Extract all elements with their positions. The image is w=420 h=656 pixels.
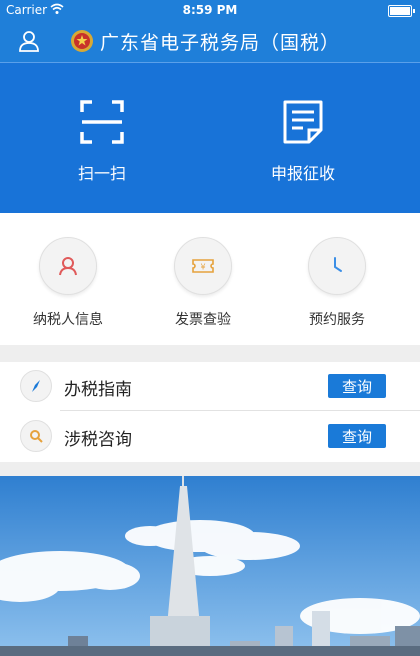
scan-label: 扫一扫 bbox=[77, 164, 126, 183]
declare-collect-button[interactable]: 申报征收 bbox=[238, 98, 368, 184]
invoice-check-circle: ¥ bbox=[174, 237, 232, 295]
taxpayer-info-label: 纳税人信息 bbox=[33, 312, 103, 328]
status-bar: Carrier 8:59 PM bbox=[0, 0, 420, 20]
title-group: 广东省电子税务局（国税） bbox=[70, 26, 340, 56]
list-item: 办税指南 查询 bbox=[0, 362, 420, 411]
guide-icon-circle bbox=[20, 370, 52, 402]
invoice-check-button[interactable]: ¥ 发票查验 bbox=[148, 237, 258, 329]
document-icon bbox=[283, 100, 323, 144]
svg-text:¥: ¥ bbox=[200, 263, 205, 272]
city-skyline-illustration bbox=[0, 476, 420, 656]
user-icon bbox=[59, 257, 77, 276]
tax-consult-query-button[interactable]: 查询 bbox=[328, 424, 386, 448]
city-banner-image bbox=[0, 476, 420, 656]
tax-consult-label: 涉税咨询 bbox=[64, 430, 132, 450]
hero-panel: 扫一扫 申报征收 bbox=[0, 62, 420, 213]
scan-icon bbox=[80, 100, 124, 144]
list-item: 涉税咨询 查询 bbox=[0, 412, 420, 460]
battery-icon bbox=[388, 5, 415, 17]
tax-guide-query-button[interactable]: 查询 bbox=[328, 374, 386, 398]
taxpayer-info-button[interactable]: 纳税人信息 bbox=[13, 237, 123, 329]
appointment-button[interactable]: 预约服务 bbox=[282, 237, 392, 329]
clock-time: 8:59 PM bbox=[182, 3, 238, 17]
taxpayer-info-circle bbox=[39, 237, 97, 295]
invoice-check-label: 发票查验 bbox=[175, 312, 231, 328]
appointment-circle bbox=[308, 237, 366, 295]
query-list: 办税指南 查询 涉税咨询 查询 bbox=[0, 362, 420, 462]
row-divider bbox=[60, 410, 420, 411]
consult-icon-circle bbox=[20, 420, 52, 452]
declare-collect-label: 申报征收 bbox=[270, 164, 335, 183]
page-title: 广东省电子税务局（国税） bbox=[100, 31, 341, 54]
user-profile-icon[interactable] bbox=[16, 28, 42, 54]
quick-services-panel: 纳税人信息 ¥ 发票查验 预约服务 bbox=[0, 213, 420, 345]
search-icon bbox=[30, 430, 43, 443]
appointment-label: 预约服务 bbox=[309, 312, 365, 328]
scan-button[interactable]: 扫一扫 bbox=[37, 98, 167, 184]
tax-emblem-icon bbox=[71, 30, 93, 52]
tax-guide-label: 办税指南 bbox=[64, 380, 132, 400]
compass-icon bbox=[32, 380, 40, 392]
invoice-icon: ¥ bbox=[192, 259, 214, 273]
clock-icon bbox=[334, 257, 342, 272]
hero-divider bbox=[0, 62, 420, 63]
top-navbar: 广东省电子税务局（国税） bbox=[0, 20, 420, 62]
